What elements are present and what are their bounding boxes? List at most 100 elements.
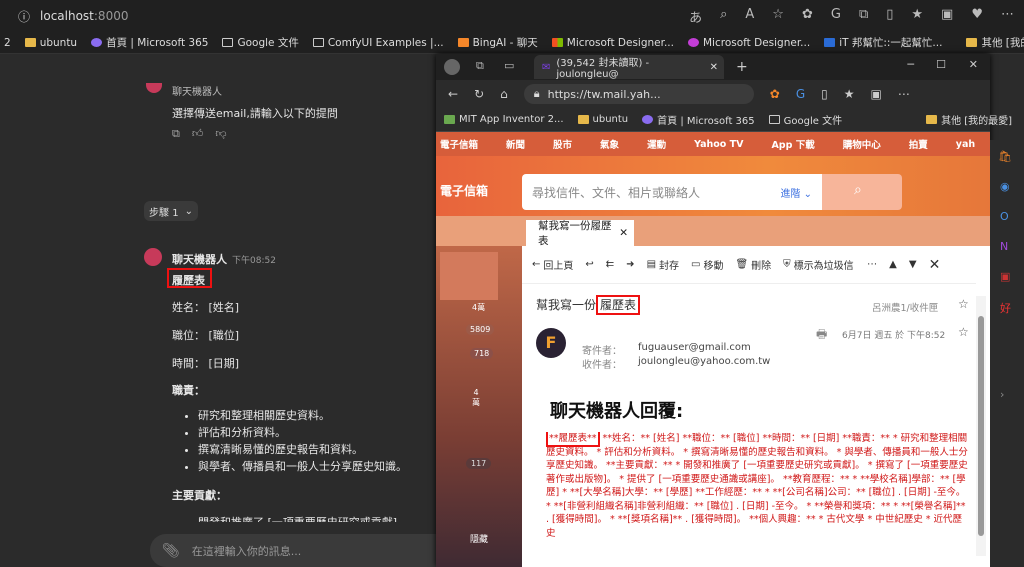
app-icon[interactable]: 好 xyxy=(1000,300,1011,316)
shopping-icon[interactable]: 🛍︎ xyxy=(998,150,1012,163)
more-icon[interactable]: ⋯ xyxy=(1001,7,1014,26)
bookmark[interactable]: Microsoft Designer... xyxy=(687,37,810,49)
bookmark[interactable]: iT 邦幫忙::一起幫忙... xyxy=(824,35,942,50)
bookmark[interactable]: Google 文件 xyxy=(222,35,299,50)
nav-item[interactable]: 電子信箱 xyxy=(440,137,478,151)
zoom-icon[interactable]: ⌕ xyxy=(720,7,727,26)
favorites-icon[interactable]: ★ xyxy=(911,7,923,26)
search-button[interactable]: ⌕ xyxy=(822,174,902,210)
compose-area[interactable] xyxy=(440,252,498,300)
down-icon[interactable]: ▼ xyxy=(909,259,917,270)
step-selector[interactable]: 步驟 1 ⌄ xyxy=(144,201,198,221)
more-icon[interactable]: ⋯ xyxy=(867,259,877,270)
translate-icon[interactable]: G xyxy=(796,87,805,101)
thumbs-down-icon[interactable]: 👎︎ xyxy=(215,127,226,141)
split-screen-icon[interactable]: ▯ xyxy=(821,87,828,101)
collections-icon[interactable]: ▣ xyxy=(871,87,882,101)
translate-icon[interactable]: G xyxy=(831,7,841,26)
bookmark[interactable]: BingAI - 聊天 xyxy=(457,35,538,50)
archive-button[interactable]: ▤ 封存 xyxy=(647,257,679,272)
info-icon[interactable]: ⓘ xyxy=(18,8,30,25)
bookmark[interactable]: ComfyUI Examples |... xyxy=(312,37,444,49)
split-screen-icon[interactable]: ▯ xyxy=(886,7,893,26)
bookmark[interactable]: Microsoft Designer... xyxy=(551,37,674,49)
new-tab-icon[interactable]: + xyxy=(736,59,748,75)
nav-item[interactable]: 氣象 xyxy=(600,137,619,151)
collections-icon[interactable]: ▣ xyxy=(941,7,953,26)
bookmark[interactable]: ubuntu xyxy=(577,114,628,125)
bookmark[interactable]: 其他 [我的最愛] xyxy=(926,112,1012,127)
chevron-right-icon[interactable]: › xyxy=(1000,388,1004,401)
nav-item[interactable]: 新聞 xyxy=(506,137,525,151)
nav-item[interactable]: 運動 xyxy=(647,137,666,151)
nav-item[interactable]: Yahoo TV xyxy=(694,139,743,150)
extensions-icon[interactable]: ⧉ xyxy=(859,7,868,26)
bookmark[interactable]: ubuntu xyxy=(24,37,77,49)
close-icon[interactable]: ✕ xyxy=(929,257,941,273)
bookmark[interactable]: 2 xyxy=(4,37,11,49)
hide-button[interactable]: 隱藏 xyxy=(470,532,488,545)
scrollbar[interactable] xyxy=(976,296,986,556)
close-tab-icon[interactable]: ✕ xyxy=(710,62,718,73)
back-button[interactable]: ← 回上頁 xyxy=(532,257,573,272)
nav-item[interactable]: App 下載 xyxy=(771,137,814,151)
profile-icon[interactable] xyxy=(444,59,460,75)
maximize-icon[interactable]: ☐ xyxy=(936,58,946,71)
health-icon[interactable]: ♥ xyxy=(971,7,983,26)
nav-item[interactable]: 拍賣 xyxy=(909,137,928,151)
tab-actions-icon[interactable]: ▭ xyxy=(504,59,514,72)
copy-icon[interactable]: ⧉ xyxy=(172,127,180,141)
scrollbar-thumb[interactable] xyxy=(978,316,984,536)
bookmark[interactable]: 首頁 | Microsoft 365 xyxy=(642,112,755,127)
advanced-search-button[interactable]: 進階 ⌄ xyxy=(780,185,812,200)
bookmark[interactable]: 其他 [我的最愛] xyxy=(966,35,1024,50)
bookmark[interactable]: MIT App Inventor 2... xyxy=(444,114,564,125)
url-field[interactable]: 🔒︎ https://tw.mail.yah... xyxy=(523,84,754,104)
folder-path[interactable]: 呂洲農1/收件匣 xyxy=(872,300,938,314)
from-address[interactable]: fuguauser@gmail.com xyxy=(638,342,751,353)
delete-button[interactable]: 🗑︎ 刪除 xyxy=(735,257,771,272)
nav-item[interactable]: 股市 xyxy=(553,137,572,151)
to-address[interactable]: joulongleu@yahoo.com.tw xyxy=(638,356,770,367)
star-icon[interactable]: ☆ xyxy=(958,297,969,311)
up-icon[interactable]: ▲ xyxy=(889,259,897,270)
bookmark[interactable]: Google 文件 xyxy=(768,112,842,127)
star-icon[interactable]: ☆ xyxy=(958,325,969,339)
read-aloud-icon[interactable]: あ xyxy=(689,7,702,26)
attach-icon[interactable]: 📎︎ xyxy=(162,543,180,559)
close-window-icon[interactable]: ✕ xyxy=(969,58,978,71)
favorites-icon[interactable]: ★ xyxy=(844,87,855,101)
extension-icon[interactable]: ✿ xyxy=(770,87,780,101)
thumbs-up-icon[interactable]: 👍︎ xyxy=(192,127,204,141)
extension-icon[interactable]: ✿ xyxy=(802,7,813,26)
mail-brand[interactable]: 電子信箱 xyxy=(440,182,488,199)
forward-icon[interactable]: ➜ xyxy=(626,259,634,270)
copilot-icon[interactable]: ◉ xyxy=(1000,180,1010,193)
message-input-bar[interactable]: 📎︎ 在這裡輸入你的訊息... xyxy=(150,534,440,567)
bookmark[interactable]: 首頁 | Microsoft 365 xyxy=(91,35,208,50)
mail-search-input[interactable]: 尋找信件、文件、相片或聯絡人 進階 ⌄ xyxy=(522,174,822,210)
print-icon[interactable]: 🖶︎ xyxy=(816,325,827,346)
close-tab-icon[interactable]: ✕ xyxy=(619,227,628,239)
address-bar[interactable]: localhost:8000 xyxy=(40,9,128,23)
reply-icon[interactable]: ↩ xyxy=(585,259,593,270)
more-icon[interactable]: ⋯ xyxy=(898,87,910,101)
nav-item[interactable]: yah xyxy=(956,139,975,150)
message-input[interactable]: 在這裡輸入你的訊息... xyxy=(192,543,302,559)
onenote-icon[interactable]: N xyxy=(1000,240,1008,253)
tab-yahoo-mail[interactable]: ✉ (39,542 封未讀取) - joulongleu@ ✕ xyxy=(534,55,724,80)
home-icon[interactable]: ⌂ xyxy=(500,87,508,101)
back-icon[interactable]: ← xyxy=(448,87,458,101)
nav-item[interactable]: 購物中心 xyxy=(843,137,881,151)
outlook-icon[interactable]: O xyxy=(1000,210,1009,223)
office-icon[interactable]: ▣ xyxy=(1000,270,1010,283)
favorite-star-icon[interactable]: ☆ xyxy=(772,7,784,26)
reply-all-icon[interactable]: ⇇ xyxy=(606,259,614,270)
workspaces-icon[interactable]: ⧉ xyxy=(476,59,484,73)
font-icon[interactable]: A xyxy=(745,7,754,26)
tab-mail-message[interactable]: 幫我寫一份履歷表 ✕ xyxy=(526,220,634,247)
spam-button[interactable]: ⛨ 標示為垃圾信 xyxy=(783,257,855,272)
move-button[interactable]: ▭ 移動 xyxy=(691,257,723,272)
refresh-icon[interactable]: ↻ xyxy=(474,87,484,101)
minimize-icon[interactable]: ─ xyxy=(907,58,914,71)
